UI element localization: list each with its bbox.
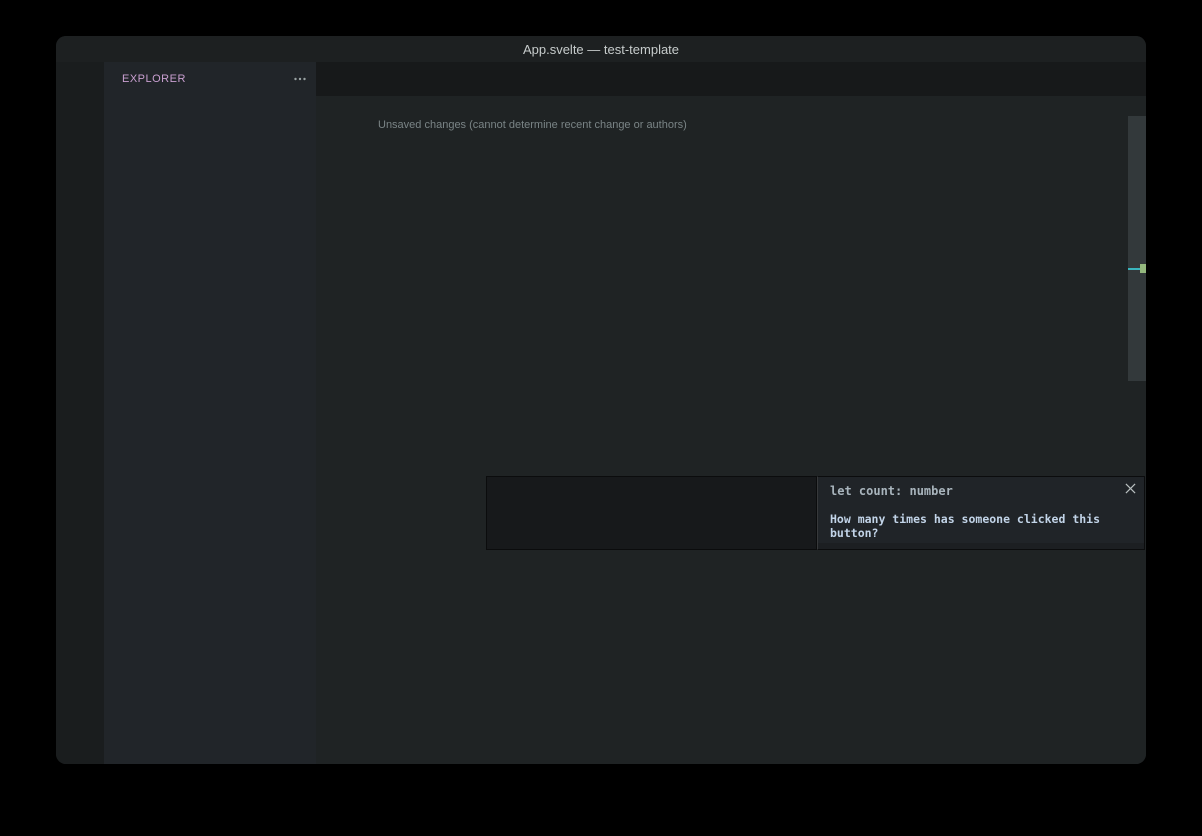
close-window-button[interactable] [66, 43, 78, 55]
breadcrumb [316, 96, 1146, 116]
tab-spacer [316, 62, 1122, 96]
minimize-window-button[interactable] [86, 43, 98, 55]
sidebar-title: EXPLORER [122, 73, 186, 85]
explorer-more-actions-icon[interactable] [292, 71, 308, 87]
editor-scrollbar[interactable] [1128, 116, 1146, 381]
suggest-docs: let count: number How many times has som… [817, 476, 1145, 550]
suggest-widget: let count: number How many times has som… [486, 476, 1145, 550]
file-tree [104, 96, 316, 764]
close-icon[interactable] [1125, 483, 1136, 494]
vscode-window: App.svelte — test-template EXPLORER Unsa… [56, 36, 1146, 764]
code-editor[interactable]: Unsaved changes (cannot determine recent… [316, 116, 1146, 764]
suggest-signature: let count: number [818, 477, 1144, 498]
suggest-description: How many times has someone clicked this … [818, 498, 1144, 549]
window-title: App.svelte — test-template [56, 42, 1146, 57]
zoom-window-button[interactable] [106, 43, 118, 55]
editor-toolbar [1122, 62, 1146, 96]
suggest-list [486, 476, 817, 550]
tab-bar [316, 62, 1146, 96]
title-bar: App.svelte — test-template [56, 36, 1146, 62]
suggest-docs-spacer [818, 543, 1144, 549]
overview-modified-mark [1140, 264, 1146, 273]
activity-bar [56, 62, 104, 764]
explorer-sidebar: EXPLORER [104, 62, 316, 764]
editor-group: Unsaved changes (cannot determine recent… [316, 62, 1146, 764]
gitlens-annotation: Unsaved changes (cannot determine recent… [316, 116, 1146, 134]
